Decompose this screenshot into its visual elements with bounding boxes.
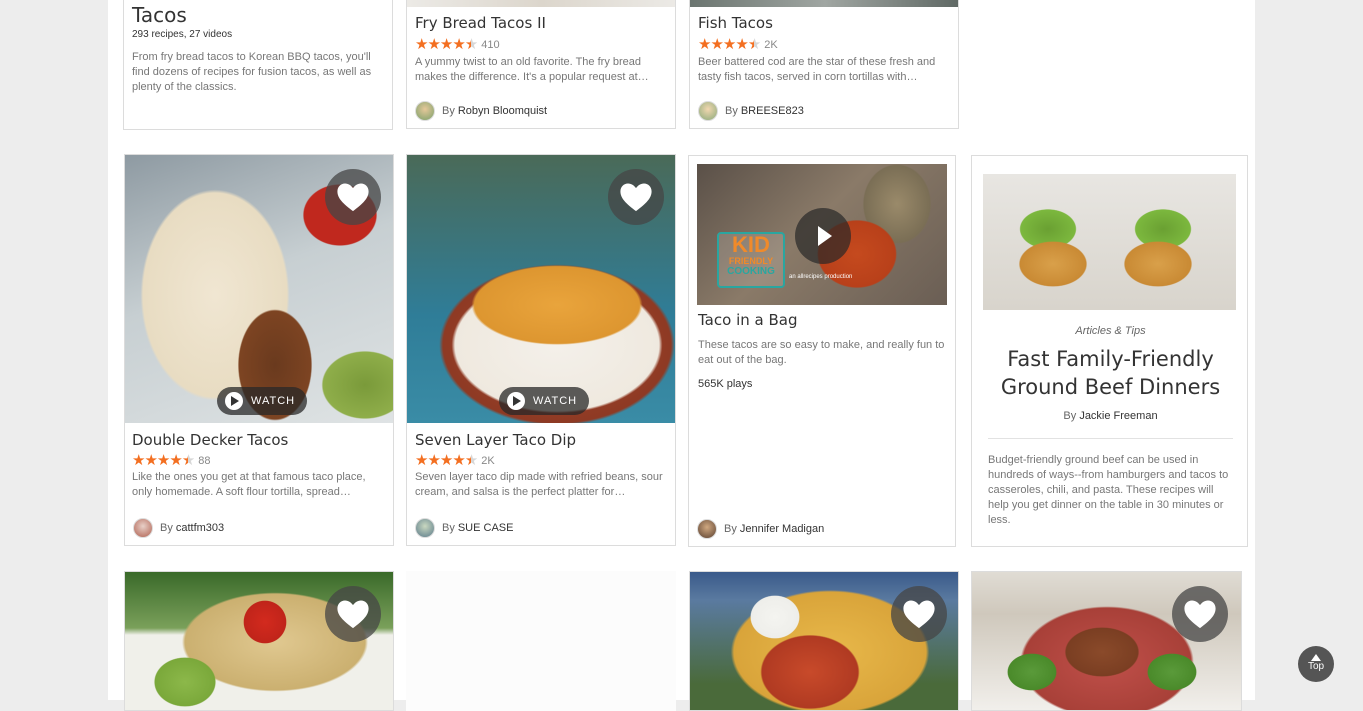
author-name[interactable]: cattfm303 xyxy=(176,522,224,534)
recipe-title[interactable]: Fry Bread Tacos II xyxy=(415,14,546,32)
recipe-description: Beer battered cod are the star of these … xyxy=(698,56,936,83)
recipe-title[interactable]: Seven Layer Taco Dip xyxy=(415,431,576,449)
author-name[interactable]: Jennifer Madigan xyxy=(740,523,824,535)
save-heart-button[interactable] xyxy=(1172,586,1228,642)
back-to-top-button[interactable]: Top xyxy=(1298,646,1334,682)
avatar xyxy=(697,519,717,539)
watch-video-button[interactable]: WATCH xyxy=(217,387,308,415)
author-name[interactable]: BREESE823 xyxy=(741,105,804,117)
rating-stars: ★ ★ ★ ★ ★ 2K xyxy=(415,452,495,469)
article-tag: Articles & Tips xyxy=(1075,325,1146,337)
recipe-author[interactable]: By cattfm303 xyxy=(133,518,224,538)
video-card-taco-in-a-bag[interactable]: KID FRIENDLY COOKING an allrecipes produ… xyxy=(688,155,956,547)
category-meta: 293 recipes, 27 videos xyxy=(132,29,233,40)
divider xyxy=(988,438,1233,439)
heart-icon xyxy=(620,183,652,212)
recipe-author[interactable]: By SUE CASE xyxy=(415,518,513,538)
rating-count: 2K xyxy=(481,454,495,467)
rating-count: 88 xyxy=(198,454,211,467)
avatar xyxy=(133,518,153,538)
save-heart-button[interactable] xyxy=(891,586,947,642)
watch-video-button[interactable]: WATCH xyxy=(499,387,590,415)
article-photo[interactable] xyxy=(983,174,1236,310)
recipe-card-crispy-tacos[interactable] xyxy=(689,571,959,711)
rating-stars: ★ ★ ★ ★ ★ 88 xyxy=(132,452,211,469)
video-thumbnail[interactable]: KID FRIENDLY COOKING an allrecipes produ… xyxy=(697,164,947,305)
rating-stars: ★ ★ ★ ★ ★ 410 xyxy=(415,36,500,53)
author-name[interactable]: SUE CASE xyxy=(458,522,514,534)
rating-count: 2K xyxy=(764,38,778,51)
recipe-photo[interactable] xyxy=(690,0,958,7)
recipe-card-taco-salad[interactable] xyxy=(124,571,394,711)
heart-icon xyxy=(1184,600,1216,629)
play-icon xyxy=(818,226,832,246)
save-heart-button[interactable] xyxy=(325,586,381,642)
author-name[interactable]: Robyn Bloomquist xyxy=(458,105,547,117)
kid-friendly-cooking-logo: KID FRIENDLY COOKING xyxy=(717,232,785,288)
article-author[interactable]: By Jackie Freeman xyxy=(972,410,1247,422)
avatar xyxy=(698,101,718,121)
play-icon xyxy=(225,392,243,410)
recipe-title[interactable]: Fish Tacos xyxy=(698,14,773,32)
avatar xyxy=(415,518,435,538)
recipe-card-fish-tacos[interactable]: Fish Tacos ★ ★ ★ ★ ★ 2K Beer battered cod ar… xyxy=(689,0,959,129)
recipe-author[interactable]: By BREESE823 xyxy=(698,101,804,121)
recipe-description: Seven layer taco dip made with refried b… xyxy=(415,471,663,498)
play-icon xyxy=(507,392,525,410)
heart-icon xyxy=(903,600,935,629)
heart-icon xyxy=(337,600,369,629)
article-title[interactable]: Fast Family-Friendly Ground Beef Dinners xyxy=(992,345,1229,401)
save-heart-button[interactable] xyxy=(608,169,664,225)
loading-card-placeholder xyxy=(406,571,676,711)
play-video-button[interactable] xyxy=(795,208,851,264)
recipe-card-fry-bread-tacos[interactable]: Fry Bread Tacos II ★ ★ ★ ★ ★ 410 A yummy twi… xyxy=(406,0,676,129)
rating-stars: ★ ★ ★ ★ ★ 2K xyxy=(698,36,778,53)
category-description: From fry bread tacos to Korean BBQ tacos… xyxy=(132,51,372,93)
recipe-card-taco-salad-bowl[interactable] xyxy=(971,571,1242,711)
avatar xyxy=(415,101,435,121)
category-card-tacos[interactable]: Tacos 293 recipes, 27 videos From fry br… xyxy=(123,0,393,130)
recipe-description: Like the ones you get at that famous tac… xyxy=(132,471,366,498)
video-plays: 565K plays xyxy=(698,378,753,390)
recipe-photo[interactable] xyxy=(407,0,675,7)
video-description: These tacos are so easy to make, and rea… xyxy=(698,339,945,366)
category-title: Tacos xyxy=(132,3,187,27)
recipe-author[interactable]: By Robyn Bloomquist xyxy=(415,101,547,121)
recipe-card-double-decker-tacos[interactable]: WATCH Double Decker Tacos ★ ★ ★ ★ ★ 88 Like … xyxy=(124,154,394,546)
heart-icon xyxy=(337,183,369,212)
recipe-card-seven-layer-taco-dip[interactable]: WATCH Seven Layer Taco Dip ★ ★ ★ ★ ★ 2K Seve… xyxy=(406,154,676,546)
save-heart-button[interactable] xyxy=(325,169,381,225)
article-description: Budget-friendly ground beef can be used … xyxy=(988,454,1229,526)
recipe-title[interactable]: Double Decker Tacos xyxy=(132,431,288,449)
video-author[interactable]: By Jennifer Madigan xyxy=(697,519,824,539)
author-name[interactable]: Jackie Freeman xyxy=(1079,410,1157,422)
article-card-ground-beef-dinners[interactable]: Articles & Tips Fast Family-Friendly Gro… xyxy=(971,155,1248,547)
rating-count: 410 xyxy=(481,38,500,51)
recipe-description: A yummy twist to an old favorite. The fr… xyxy=(415,56,649,83)
video-title[interactable]: Taco in a Bag xyxy=(698,311,797,329)
